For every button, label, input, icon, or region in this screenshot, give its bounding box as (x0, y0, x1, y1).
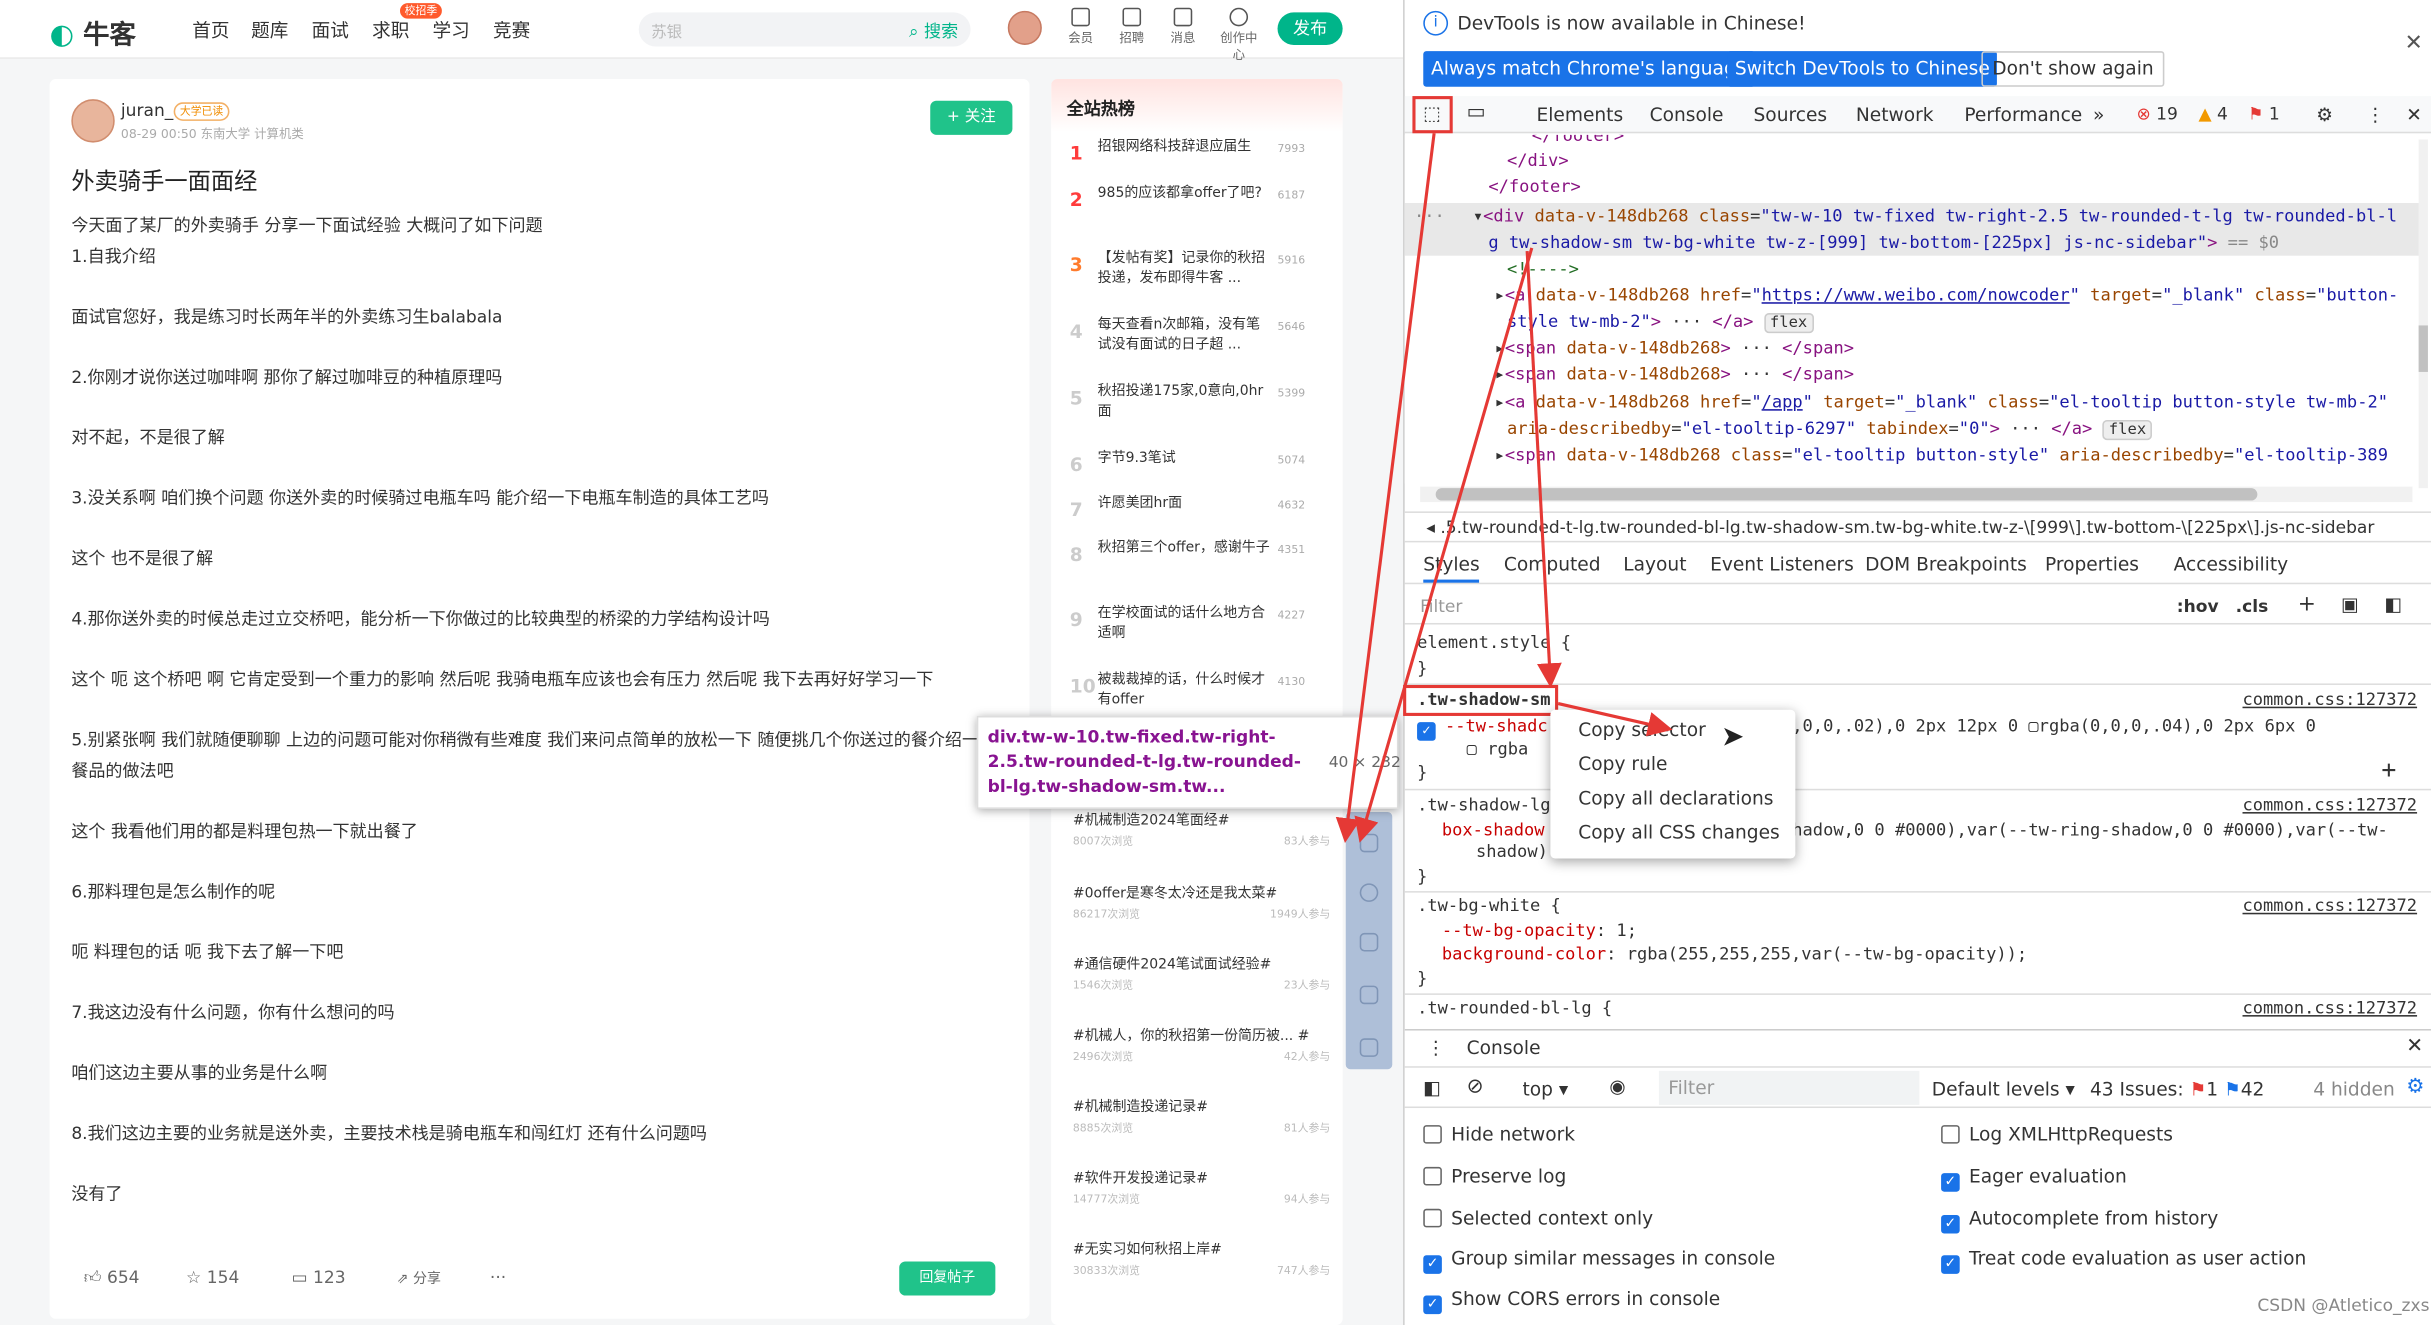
arrow-rule-to-copy (1557, 702, 1673, 737)
arrow-node-to-sidebar (1354, 247, 1534, 843)
annotation-arrows (1335, 133, 1673, 843)
watermark: CSDN @Atletico_zxs (2257, 1295, 2430, 1316)
arrow-inspect-to-sidebar (1335, 133, 1436, 843)
arrow-node-to-rule (1525, 250, 1562, 689)
